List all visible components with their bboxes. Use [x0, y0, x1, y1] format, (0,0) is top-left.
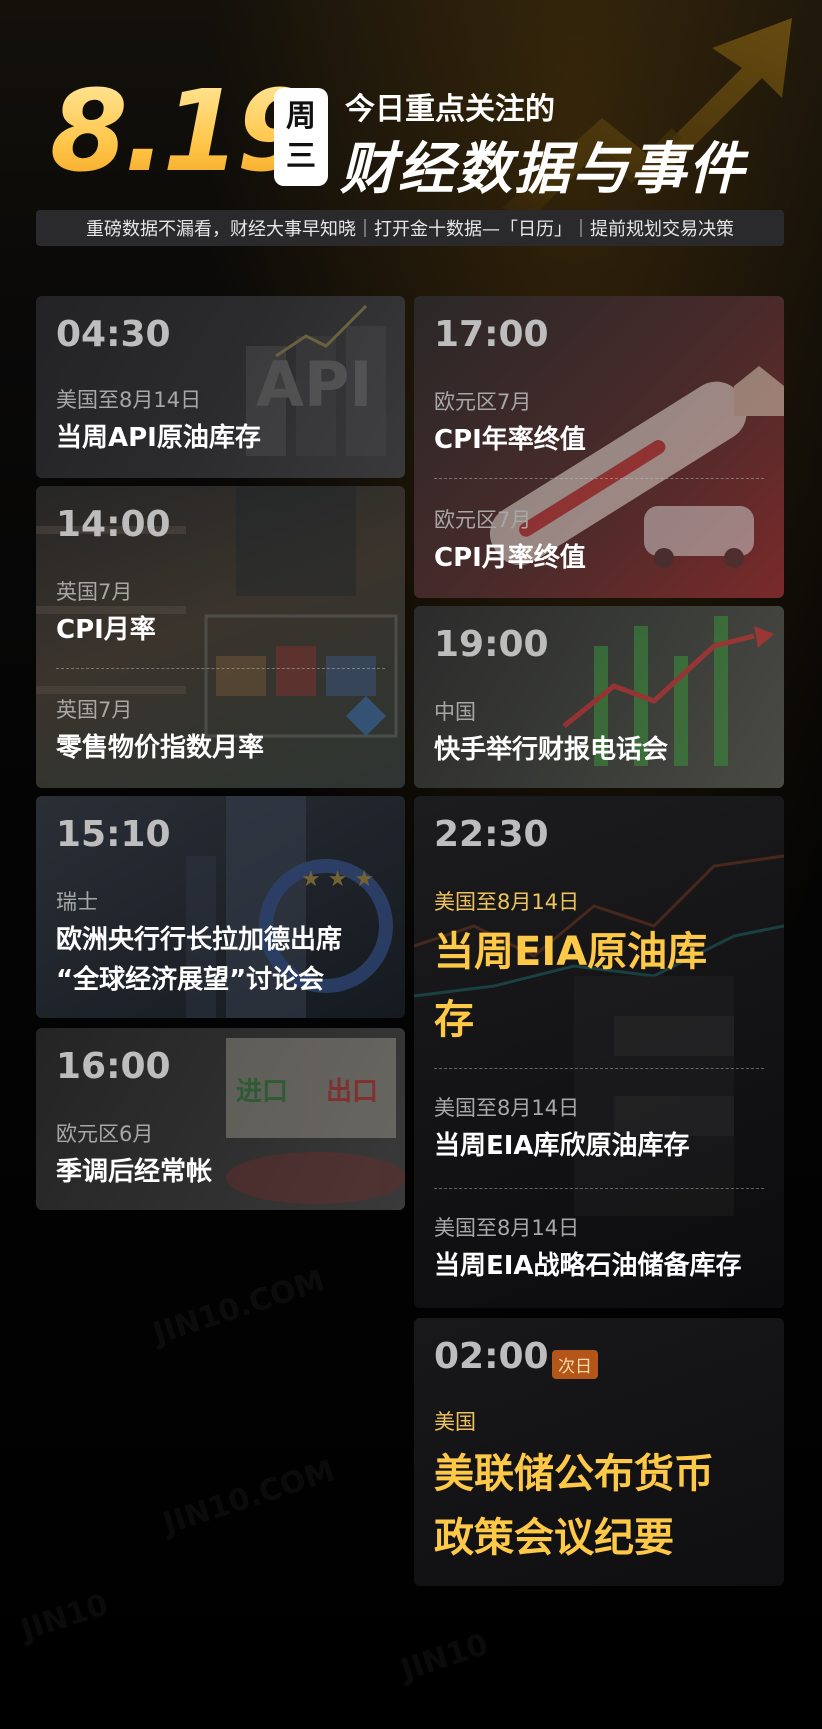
event-title-line2: 政策会议纪要: [434, 1515, 674, 1561]
event-title: 当周EIA战略石油储备库存: [434, 1251, 742, 1281]
event-region: 英国7月: [56, 698, 133, 722]
event-time: 19:00: [434, 624, 549, 665]
event-time: 04:30: [56, 314, 171, 355]
event-card-1600[interactable]: 进口 出口 16:00 欧元区6月 季调后经常帐: [36, 1028, 405, 1210]
event-title-line2: “全球经济展望”讨论会: [56, 965, 325, 995]
event-time: 02:00: [434, 1336, 549, 1377]
watermark: JIN10: [397, 1627, 493, 1688]
event-card-2230[interactable]: 22:30 美国至8月14日 当周EIA原油库 存 美国至8月14日 当周EIA…: [414, 796, 784, 1308]
event-title: 快手举行财报电话会: [434, 735, 669, 765]
watermark: JIN10.COM: [159, 1453, 339, 1541]
tagline-bar: 重磅数据不漏看，财经大事早知晓｜打开金十数据—「日历」｜提前规划交易决策: [36, 210, 784, 246]
headline-small: 今日重点关注的: [345, 92, 555, 127]
watermark: JIN10.COM: [149, 1263, 329, 1351]
event-title: 当周API原油库存: [56, 423, 261, 453]
event-card-1400[interactable]: 14:00 英国7月 CPI月率 英国7月 零售物价指数月率: [36, 486, 405, 788]
headline-big: 财经数据与事件: [340, 137, 746, 202]
event-card-1900[interactable]: 19:00 中国 快手举行财报电话会: [414, 606, 784, 788]
event-time: 15:10: [56, 814, 171, 855]
weekday-line2: 三: [286, 139, 316, 174]
next-day-badge: 次日: [552, 1350, 598, 1379]
event-region: 美国: [434, 1410, 476, 1434]
event-card-1510[interactable]: ★ ★ ★ 15:10 瑞士 欧洲央行行长拉加德出席 “全球经济展望”讨论会: [36, 796, 405, 1018]
event-card-0200[interactable]: 02:00 次日 美国 美联储公布货币 政策会议纪要: [414, 1318, 784, 1586]
event-title: CPI月率终值: [434, 543, 586, 573]
event-region: 欧元区6月: [56, 1122, 154, 1146]
event-title: 季调后经常帐: [56, 1157, 213, 1187]
watermark: JIN10: [17, 1587, 113, 1648]
event-title-line1: 美联储公布货币: [434, 1451, 714, 1497]
weekday-badge: 周 三: [274, 88, 328, 186]
event-time: 16:00: [56, 1046, 171, 1087]
event-card-0430[interactable]: API 04:30 美国至8月14日 当周API原油库存: [36, 296, 405, 478]
event-region: 欧元区7月: [434, 508, 532, 532]
date-display: 8.19: [50, 67, 314, 197]
event-title-line1: 欧洲央行行长拉加德出席: [56, 925, 343, 955]
event-region: 美国至8月14日: [434, 1216, 580, 1240]
event-card-1700[interactable]: 17:00 欧元区7月 CPI年率终值 欧元区7月 CPI月率终值: [414, 296, 784, 598]
event-region: 中国: [434, 700, 476, 724]
event-region: 瑞士: [56, 890, 98, 914]
event-title: 零售物价指数月率: [56, 733, 265, 763]
event-region: 美国至8月14日: [56, 388, 202, 412]
page: JIN10.COM JIN10.COM JIN10 JIN10 8.19 周 三…: [0, 0, 822, 1729]
weekday-line1: 周: [286, 99, 316, 134]
